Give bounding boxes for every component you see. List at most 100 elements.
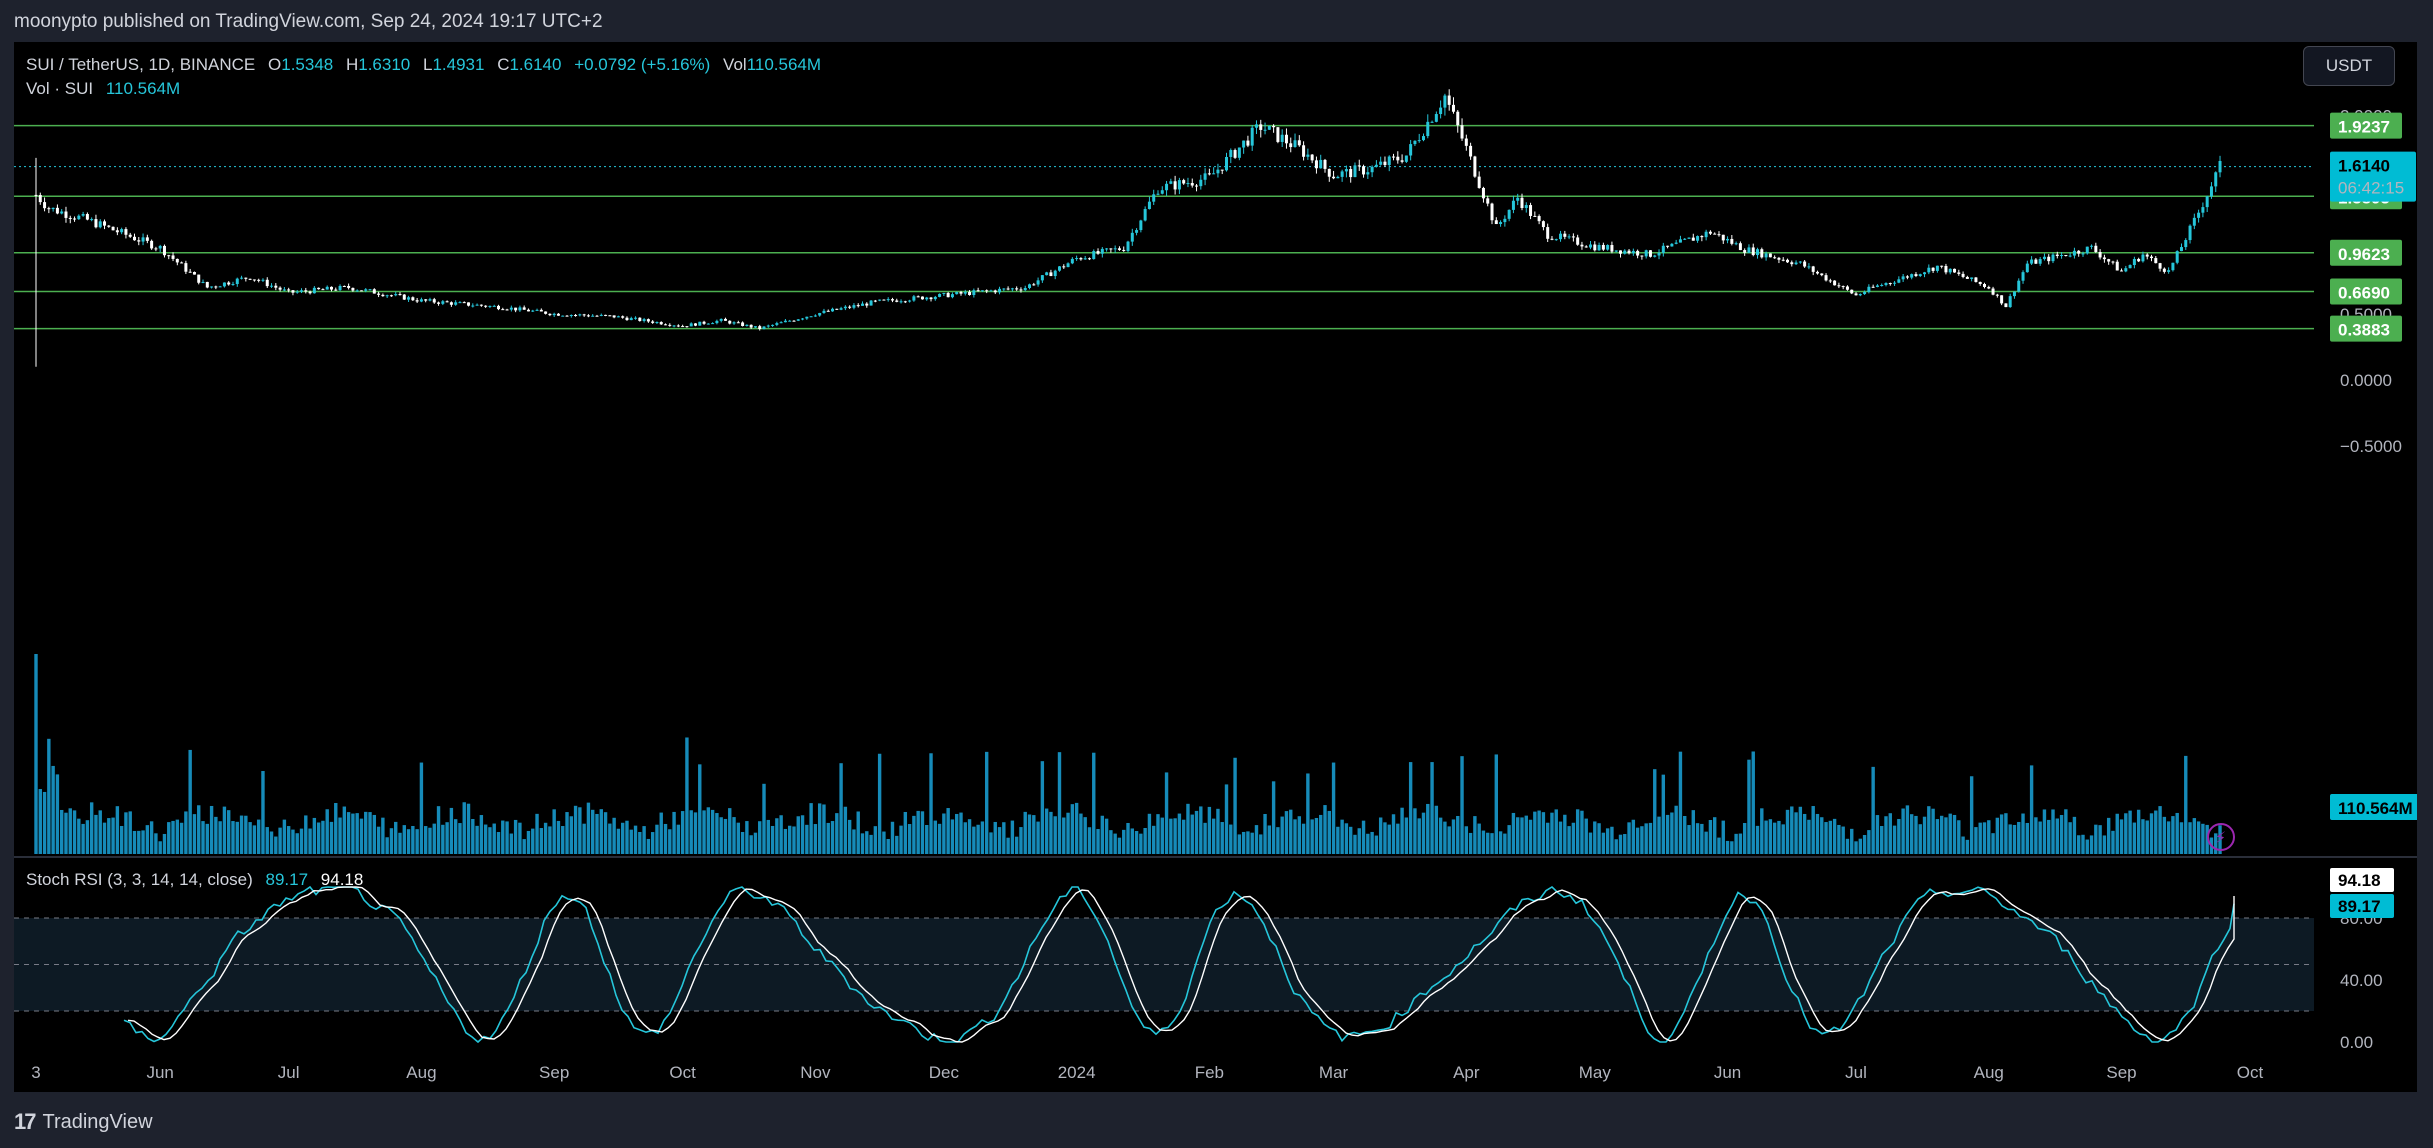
- volume-bar: [740, 831, 745, 854]
- volume-bar: [325, 809, 329, 854]
- volume-bar: [1790, 806, 1794, 854]
- volume-bar: [346, 812, 351, 854]
- candle-body: [2068, 255, 2072, 257]
- candle-body: [60, 211, 64, 214]
- candle-body: [2145, 254, 2149, 257]
- candle-body: [1640, 255, 1644, 257]
- volume-bar: [509, 833, 514, 854]
- candle-body: [2162, 268, 2166, 272]
- candle-body: [1143, 209, 1147, 221]
- volume-bar: [59, 809, 64, 854]
- candle-body: [2218, 161, 2222, 173]
- candle-body: [282, 289, 286, 291]
- volume-bar: [1092, 752, 1096, 854]
- chart-canvas[interactable]: 2.00000.50000.0000−0.50001.92371.38950.9…: [14, 42, 2417, 1092]
- candle-body: [1636, 250, 1640, 256]
- candle-body: [1648, 250, 1652, 257]
- candle-body: [1370, 166, 1374, 173]
- volume-bar: [218, 821, 222, 854]
- candle-body: [1661, 245, 1665, 253]
- volume-bar: [1426, 803, 1430, 854]
- volume-bar: [620, 822, 625, 854]
- volume-bar: [47, 738, 51, 854]
- volume-bar: [830, 821, 835, 854]
- volume-bar: [1036, 821, 1040, 854]
- candle-body: [1100, 248, 1104, 254]
- volume-bar: [261, 771, 265, 854]
- candle-body: [364, 289, 368, 291]
- candle-body: [1978, 281, 1982, 284]
- candle-body: [539, 309, 543, 312]
- volume-bar: [668, 829, 672, 854]
- symbol-label[interactable]: SUI / TetherUS, 1D, BINANCE: [26, 55, 255, 74]
- candle-body: [1910, 274, 1914, 278]
- volume-bar: [1464, 826, 1469, 854]
- volume-bar: [381, 817, 385, 854]
- volume-bar: [1935, 819, 1940, 854]
- candle-body: [591, 315, 595, 317]
- volume-bar: [423, 826, 428, 854]
- volume-bar: [646, 838, 651, 854]
- price-tick-label: 0.0000: [2340, 371, 2392, 390]
- volume-bar: [1721, 820, 1725, 854]
- candle-body: [1691, 237, 1695, 241]
- candle-body: [445, 301, 449, 303]
- candle-body: [1092, 251, 1096, 260]
- volume-bar: [788, 825, 792, 854]
- candle-body: [1674, 242, 1678, 244]
- volume-bar: [1383, 822, 1387, 854]
- candle-body: [1062, 266, 1066, 268]
- currency-button[interactable]: USDT: [2303, 46, 2395, 86]
- stoch-rsi-label[interactable]: Stoch RSI (3, 3, 14, 14, close): [26, 870, 253, 889]
- volume-bar: [736, 822, 741, 854]
- candle-body: [1905, 276, 1909, 278]
- volume-bar: [2175, 812, 2179, 854]
- candle-body: [1811, 266, 1815, 272]
- candle-body: [668, 324, 672, 326]
- volume-bar: [167, 822, 171, 854]
- tradingview-logo[interactable]: 17 TradingView: [14, 1109, 153, 1135]
- volume-bar: [1408, 762, 1413, 854]
- candle-body: [111, 226, 115, 231]
- candle-body: [94, 219, 98, 228]
- candle-body: [1426, 121, 1430, 137]
- volume-bar: [2008, 824, 2012, 854]
- candle-body: [604, 314, 608, 316]
- candle-body: [1713, 233, 1717, 235]
- volume-bar: [1991, 833, 1995, 854]
- volume-bar: [1216, 808, 1220, 854]
- volume-bar: [920, 811, 925, 854]
- volume-bar: [1888, 813, 1892, 854]
- time-tick-label: Jul: [278, 1063, 300, 1082]
- candle-body: [1606, 245, 1610, 250]
- volume-bar: [1062, 817, 1066, 854]
- volume-bar: [1481, 830, 1486, 854]
- candle-body: [685, 326, 689, 328]
- candle-body: [2051, 254, 2055, 262]
- volume-bar: [188, 749, 192, 854]
- candle-body: [1173, 181, 1177, 190]
- volume-bar: [1678, 751, 1683, 854]
- candle-body: [1794, 262, 1798, 265]
- volume-bar: [1353, 834, 1357, 854]
- volume-bar: [1074, 802, 1079, 854]
- candle-body: [1182, 180, 1186, 184]
- candle-body: [1156, 193, 1160, 195]
- volume-bar: [111, 817, 115, 854]
- price-level-badge: 0.9623: [2330, 239, 2402, 266]
- volume-bar: [1271, 781, 1276, 854]
- volume-bar: [1451, 819, 1456, 854]
- volume-legend-label[interactable]: Vol · SUI: [26, 79, 93, 98]
- volume-bar: [51, 765, 55, 854]
- volume-bar: [1605, 828, 1610, 854]
- candle-body: [822, 310, 826, 314]
- candle-body: [1023, 287, 1027, 291]
- chart-container[interactable]: 2.00000.50000.0000−0.50001.92371.38950.9…: [14, 42, 2417, 1092]
- candle-body: [1280, 134, 1284, 142]
- volume-bar: [608, 823, 612, 854]
- volume-bar: [428, 827, 432, 854]
- candle-body: [1332, 176, 1336, 179]
- candle-body: [192, 272, 196, 275]
- candle-body: [544, 311, 548, 314]
- volume-bar: [1378, 817, 1383, 854]
